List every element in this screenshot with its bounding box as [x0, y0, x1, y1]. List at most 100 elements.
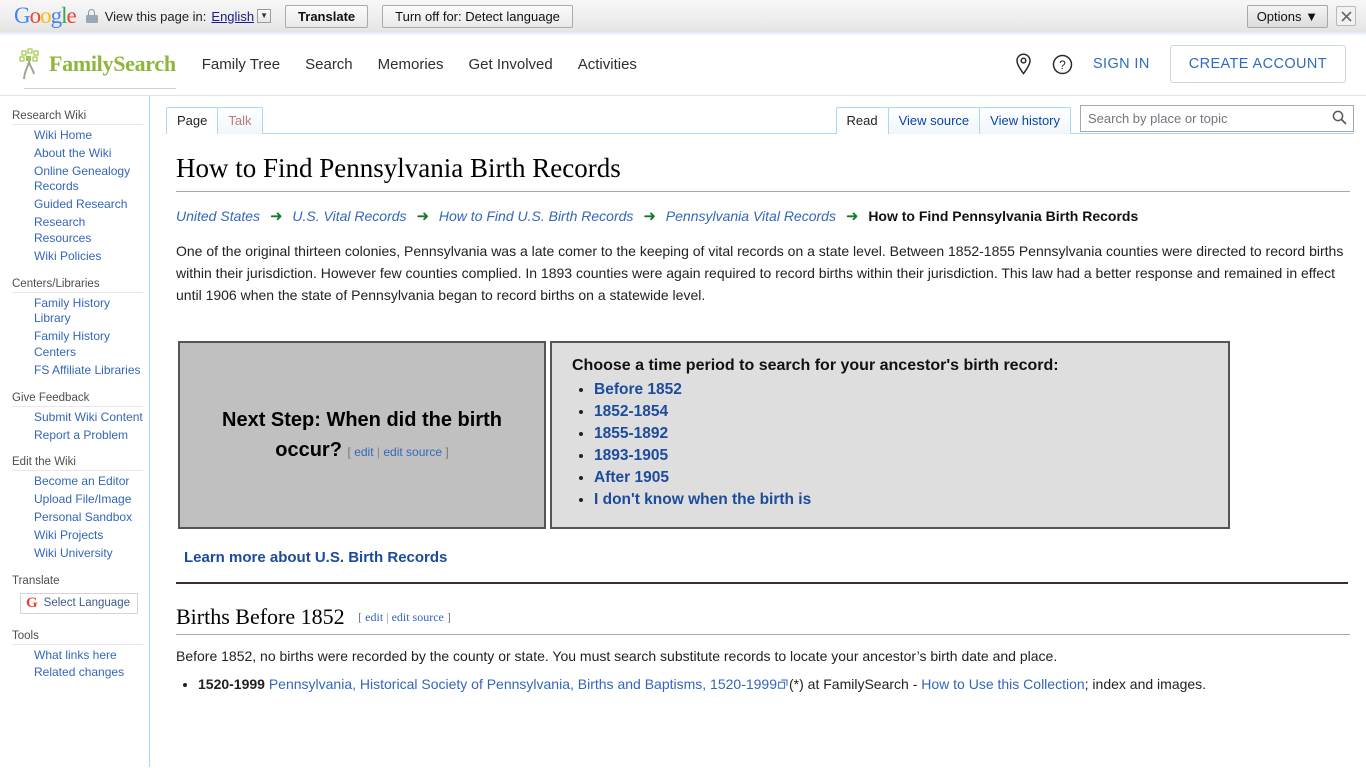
sidebar-link-research-resources[interactable]: Research Resources	[34, 215, 91, 245]
sidebar-group-centers-libraries: Centers/Libraries Family History Library…	[0, 274, 149, 386]
nav-item-family-tree[interactable]: Family Tree	[202, 56, 280, 73]
create-account-button[interactable]: CREATE ACCOUNT	[1169, 45, 1346, 83]
search-box	[1080, 105, 1354, 132]
tab-page[interactable]: Page	[166, 107, 219, 135]
breadcrumb: United States ➜ U.S. Vital Records ➜ How…	[176, 206, 1350, 229]
translate-language-link[interactable]: English	[211, 9, 254, 24]
sidebar-link-wiki-projects[interactable]: Wiki Projects	[34, 528, 103, 542]
sidebar-link-fs-affiliate-libraries[interactable]: FS Affiliate Libraries	[34, 363, 141, 377]
list-item[interactable]: After 1905	[594, 469, 1212, 487]
sidebar-item-family-history-centers[interactable]: Family History Centers	[12, 328, 143, 362]
list-item[interactable]: 1855-1892	[594, 425, 1212, 443]
edit-source-link[interactable]: edit source	[392, 610, 444, 624]
google-g-icon: G	[26, 594, 38, 611]
list-item[interactable]: Before 1852	[594, 381, 1212, 399]
sidebar-item-what-links-here[interactable]: What links here	[12, 647, 143, 665]
sidebar-link-wiki-home[interactable]: Wiki Home	[34, 128, 92, 142]
tab-view-history[interactable]: View history	[979, 107, 1071, 134]
close-translate-bar-icon[interactable]	[1336, 6, 1356, 26]
familysearch-logo[interactable]: FamilySearch	[18, 48, 176, 89]
sidebar-item-online-genealogy-records[interactable]: Online Genealogy Records	[12, 163, 143, 197]
sidebar-item-wiki-policies[interactable]: Wiki Policies	[12, 248, 143, 266]
tab-talk[interactable]: Talk	[217, 107, 263, 134]
search-icon[interactable]	[1332, 110, 1347, 128]
sidebar-heading-centers-libraries: Centers/Libraries	[12, 277, 100, 290]
list-item[interactable]: 1893-1905	[594, 447, 1212, 465]
page-title: How to Find Pennsylvania Birth Records	[176, 152, 1350, 192]
nav-item-memories[interactable]: Memories	[378, 56, 444, 73]
edit-link[interactable]: edit	[354, 445, 373, 459]
sidebar-link-family-history-library[interactable]: Family History Library	[34, 296, 110, 326]
breadcrumb-item-united-states[interactable]: United States	[176, 208, 260, 224]
select-language-dropdown[interactable]: G Select Language	[20, 592, 138, 614]
chevron-down-icon[interactable]: ▼	[257, 9, 272, 23]
breadcrumb-item-us-vital-records[interactable]: U.S. Vital Records	[292, 208, 406, 224]
sidebar-item-about-the-wiki[interactable]: About the Wiki	[12, 145, 143, 163]
time-period-link-unknown[interactable]: I don't know when the birth is	[594, 491, 811, 508]
sidebar-link-family-history-centers[interactable]: Family History Centers	[34, 329, 110, 359]
nav-item-search[interactable]: Search	[305, 56, 353, 73]
logo-underline	[24, 88, 176, 89]
edit-source-link[interactable]: edit source	[383, 445, 442, 459]
sidebar-item-guided-research[interactable]: Guided Research	[12, 196, 143, 214]
record-collection-list: 1520-1999 Pennsylvania, Historical Socie…	[176, 673, 1350, 695]
sidebar-item-report-a-problem[interactable]: Report a Problem	[12, 427, 143, 445]
sidebar-item-wiki-university[interactable]: Wiki University	[12, 545, 143, 563]
section-divider	[176, 581, 1348, 584]
edit-link[interactable]: edit	[365, 610, 383, 624]
sidebar-link-guided-research[interactable]: Guided Research	[34, 197, 127, 211]
how-to-use-collection-link[interactable]: How to Use this Collection	[921, 676, 1084, 692]
sidebar-link-become-an-editor[interactable]: Become an Editor	[34, 474, 129, 488]
turn-off-language-button[interactable]: Turn off for: Detect language	[382, 4, 573, 28]
time-period-link-after-1905[interactable]: After 1905	[594, 469, 669, 486]
nav-item-activities[interactable]: Activities	[578, 56, 637, 73]
time-period-question: Choose a time period to search for your …	[572, 356, 1059, 374]
translate-button[interactable]: Translate	[285, 4, 369, 28]
tab-read[interactable]: Read	[835, 107, 889, 135]
sidebar-item-wiki-projects[interactable]: Wiki Projects	[12, 527, 143, 545]
time-period-link-before-1852[interactable]: Before 1852	[594, 381, 682, 398]
tab-view-history-label: View history	[990, 113, 1060, 128]
map-pin-icon[interactable]	[1015, 53, 1032, 75]
sidebar-link-report-a-problem[interactable]: Report a Problem	[34, 428, 128, 442]
sidebar-item-research-resources[interactable]: Research Resources	[12, 214, 143, 248]
breadcrumb-item-how-to-find-us-birth-records[interactable]: How to Find U.S. Birth Records	[439, 208, 634, 224]
section-paragraph: Before 1852, no births were recorded by …	[176, 647, 1058, 664]
sidebar-item-wiki-home[interactable]: Wiki Home	[12, 127, 143, 145]
sidebar-item-related-changes[interactable]: Related changes	[12, 664, 143, 682]
sidebar-link-online-genealogy-records[interactable]: Online Genealogy Records	[34, 164, 130, 194]
sidebar-link-what-links-here[interactable]: What links here	[34, 648, 117, 662]
sidebar-link-upload-file-image[interactable]: Upload File/Image	[34, 492, 131, 506]
time-period-link-1855-1892[interactable]: 1855-1892	[594, 425, 668, 442]
sidebar-item-fs-affiliate-libraries[interactable]: FS Affiliate Libraries	[12, 362, 143, 380]
svg-text:?: ?	[1059, 58, 1066, 72]
sidebar-item-submit-wiki-content[interactable]: Submit Wiki Content	[12, 409, 143, 427]
sidebar-link-wiki-policies[interactable]: Wiki Policies	[34, 249, 101, 263]
sidebar-item-family-history-library[interactable]: Family History Library	[12, 295, 143, 329]
sign-in-button[interactable]: SIGN IN	[1093, 56, 1150, 72]
time-period-link-1893-1905[interactable]: 1893-1905	[594, 447, 668, 464]
learn-more-link[interactable]: Learn more about U.S. Birth Records	[184, 549, 447, 566]
translate-options-button[interactable]: Options ▼	[1246, 4, 1328, 28]
list-item[interactable]: 1852-1854	[594, 403, 1212, 421]
breadcrumb-item-pennsylvania-vital-records[interactable]: Pennsylvania Vital Records	[666, 208, 836, 224]
sidebar-item-personal-sandbox[interactable]: Personal Sandbox	[12, 509, 143, 527]
nav-item-get-involved[interactable]: Get Involved	[469, 56, 553, 73]
time-period-link-1852-1854[interactable]: 1852-1854	[594, 403, 668, 420]
sidebar-heading-tools: Tools	[12, 629, 39, 642]
record-collection-link[interactable]: Pennsylvania, Historical Society of Penn…	[269, 676, 777, 692]
help-circle-icon[interactable]: ?	[1052, 54, 1073, 75]
sidebar-link-about-the-wiki[interactable]: About the Wiki	[34, 146, 111, 160]
tab-view-source[interactable]: View source	[887, 107, 981, 134]
list-item[interactable]: I don't know when the birth is	[594, 491, 1212, 509]
sidebar-link-wiki-university[interactable]: Wiki University	[34, 546, 113, 560]
sidebar-item-become-an-editor[interactable]: Become an Editor	[12, 473, 143, 491]
sidebar-link-related-changes[interactable]: Related changes	[34, 665, 124, 679]
search-input[interactable]	[1080, 105, 1354, 132]
sidebar-link-submit-wiki-content[interactable]: Submit Wiki Content	[34, 410, 143, 424]
google-translate-bar: Google View this page in: English ▼ Trans…	[0, 0, 1366, 36]
sidebar-link-personal-sandbox[interactable]: Personal Sandbox	[34, 510, 132, 524]
site-header: FamilySearch Family Tree Search Memories…	[0, 33, 1366, 96]
record-after-link-text: (*) at FamilySearch -	[789, 675, 922, 692]
sidebar-item-upload-file-image[interactable]: Upload File/Image	[12, 491, 143, 509]
